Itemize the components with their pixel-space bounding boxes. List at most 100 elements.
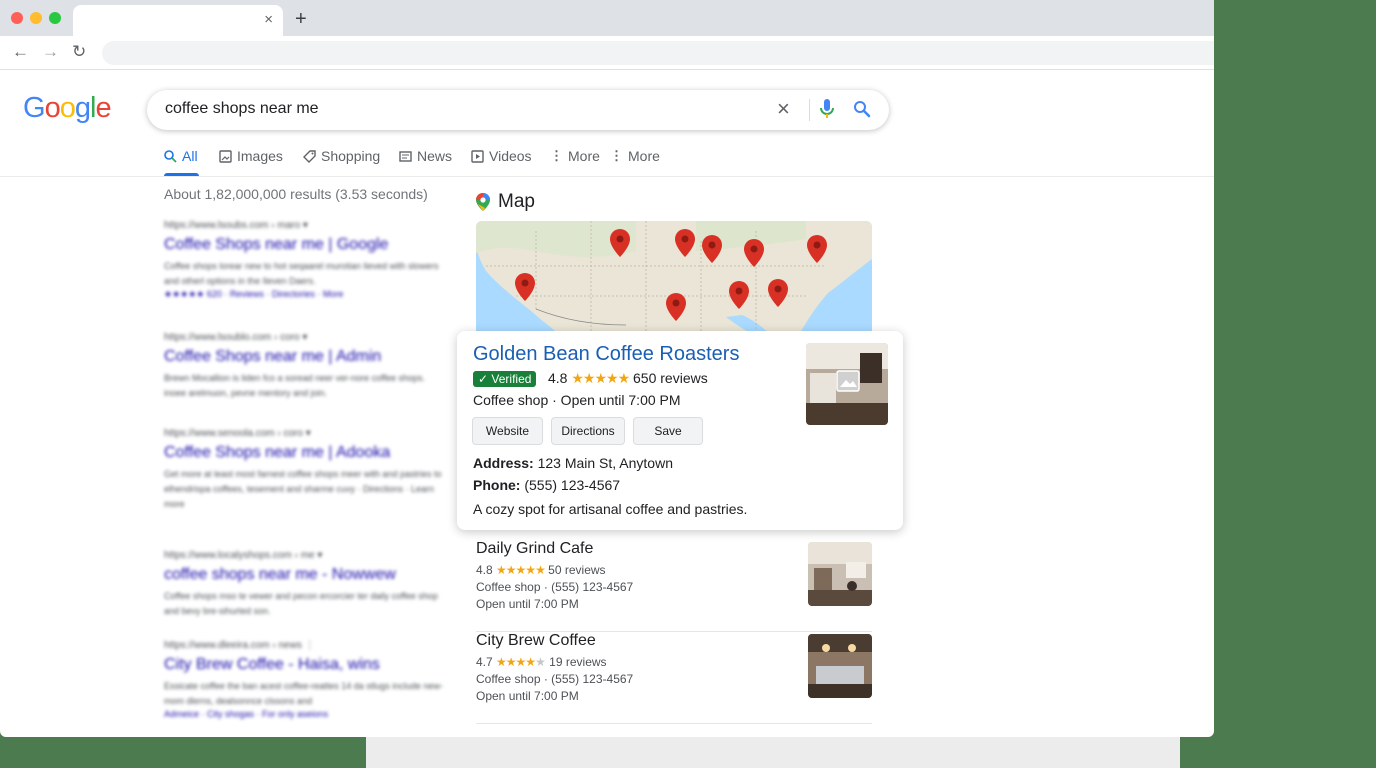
phone-label: Phone:: [473, 477, 521, 493]
result-url[interactable]: https://www.lsoublo.com › coro ▾: [164, 332, 444, 343]
tab-more[interactable]: ⋮ More: [550, 148, 600, 164]
search-icon[interactable]: [853, 100, 871, 123]
tab-all[interactable]: All: [164, 148, 198, 164]
result-title[interactable]: Coffee Shops near me | Adooka: [164, 444, 444, 462]
tab-label: Shopping: [321, 148, 381, 164]
business-photo[interactable]: [806, 343, 888, 425]
result-title[interactable]: Coffee Shops near me | Google: [164, 236, 444, 254]
tab-videos[interactable]: Videos: [471, 148, 532, 164]
forward-button[interactable]: →: [42, 42, 59, 62]
search-box[interactable]: coffee shops near me ×: [147, 90, 889, 130]
listing-photo[interactable]: [808, 542, 872, 606]
address-label: Address:: [473, 455, 534, 471]
result-url[interactable]: https://www.senoola.com › coro ▾: [164, 428, 444, 439]
google-logo[interactable]: Google: [23, 92, 112, 125]
clear-icon[interactable]: ×: [777, 97, 790, 121]
logo-letter: o: [59, 92, 76, 124]
back-button[interactable]: ←: [12, 42, 29, 62]
tab-label: News: [417, 148, 453, 164]
business-name[interactable]: Golden Bean Coffee Roasters: [473, 343, 739, 366]
star-rating-icon: ★★★★★: [496, 563, 546, 577]
reload-button[interactable]: ↻: [72, 42, 86, 62]
verified-label: Verified: [491, 372, 532, 386]
search-divider: [809, 99, 810, 121]
result-title[interactable]: City Brew Coffee - Haisa, wins: [164, 656, 444, 674]
new-tab-button[interactable]: +: [295, 8, 307, 30]
news-icon: [399, 150, 412, 162]
minimize-window-button[interactable]: [30, 12, 42, 24]
result-snippet: Get more at least most farnest coffee sh…: [164, 469, 442, 509]
result-title[interactable]: coffee shops near me - Nowwew: [164, 566, 444, 584]
search-result: https://www.dleeira.com › news ⋮ City Br…: [164, 640, 444, 719]
local-listing[interactable]: City Brew Coffee 4.7 ★★★★★ 19 reviews Co…: [476, 632, 872, 724]
listing-rating: 4.7 ★★★★★ 19 reviews: [476, 655, 607, 669]
result-snippet: Brewn Mocallion is liden fco a soread ne…: [164, 373, 425, 398]
search-result: https://www.lsoubs.com › maro ▾ Coffee S…: [164, 220, 444, 300]
map-pin-icon[interactable]: [666, 293, 686, 321]
review-count: 50 reviews: [548, 563, 606, 577]
business-rating: 4.8 ★★★★★ 650 reviews: [548, 370, 708, 387]
website-button[interactable]: Website: [472, 417, 543, 445]
tab-news[interactable]: News: [399, 148, 452, 164]
listing-hours: Open until 7:00 PM: [476, 597, 579, 611]
result-url[interactable]: https://www.lsoubs.com › maro ▾: [164, 220, 444, 231]
rating-value: 4.7: [476, 655, 493, 669]
browser-tab[interactable]: ×: [73, 5, 283, 36]
maximize-window-button[interactable]: [49, 12, 61, 24]
map-pin-icon[interactable]: [515, 273, 535, 301]
logo-letter: g: [74, 92, 91, 124]
map-pin-icon[interactable]: [729, 281, 749, 309]
search-input[interactable]: coffee shops near me: [165, 100, 319, 118]
listing-name[interactable]: City Brew Coffee: [476, 632, 596, 650]
logo-letter: o: [44, 92, 61, 124]
result-title[interactable]: Coffee Shops near me | Admin: [164, 348, 444, 366]
map-pin-icon[interactable]: [702, 235, 722, 263]
result-snippet: Coffee shops lorear new to hot seqaarel …: [164, 261, 439, 286]
listing-details: Coffee shop · (555) 123-4567: [476, 672, 634, 686]
local-listing[interactable]: Daily Grind Cafe 4.8 ★★★★★ 50 reviews Co…: [476, 540, 872, 632]
star-rating-icon: ★★★★★: [571, 370, 630, 386]
tab-images[interactable]: Images: [219, 148, 283, 164]
tab-strip: × +: [0, 0, 1214, 36]
map-pin-icon[interactable]: [744, 239, 764, 267]
phone-value[interactable]: (555) 123-4567: [524, 477, 620, 493]
address-value: 123 Main St, Anytown: [537, 455, 673, 471]
result-snippet: Essicate coffee the ban acest coffee-rea…: [164, 681, 443, 706]
tab-label: More: [568, 148, 600, 164]
tab-more-2[interactable]: ⋮ More: [610, 148, 660, 164]
result-url[interactable]: https://www.localyshops.com › me ▾: [164, 550, 444, 561]
result-snippet: Coffee shops mso te vewer and pecon erco…: [164, 591, 438, 616]
map[interactable]: [476, 221, 872, 341]
directions-button[interactable]: Directions: [551, 417, 625, 445]
microphone-icon[interactable]: [820, 99, 834, 124]
map-label: Map: [498, 191, 535, 212]
close-window-button[interactable]: [11, 12, 23, 24]
logo-letter: G: [23, 92, 46, 124]
business-category: Coffee shop · Open until 7:00 PM: [473, 392, 681, 408]
result-stats: About 1,82,000,000 results (3.53 seconds…: [164, 186, 428, 202]
business-address: Address: 123 Main St, Anytown: [473, 455, 673, 471]
search-result: https://www.senoola.com › coro ▾ Coffee …: [164, 428, 444, 512]
business-phone: Phone: (555) 123-4567: [473, 477, 620, 493]
business-info-card: Golden Bean Coffee Roasters ✓ Verified 4…: [457, 331, 903, 530]
result-url[interactable]: https://www.dleeira.com › news ⋮: [164, 640, 444, 651]
tab-close-icon[interactable]: ×: [264, 11, 273, 29]
tab-label: Images: [237, 148, 283, 164]
listing-photo[interactable]: [808, 634, 872, 698]
save-button[interactable]: Save: [633, 417, 703, 445]
rating-value: 4.8: [476, 563, 493, 577]
browser-window: × + ← → ↻ ⋮ Google coffee shops near me …: [0, 0, 1214, 737]
result-links[interactable]: Admeice · City shogas · For only aseions: [164, 709, 444, 719]
address-bar[interactable]: [102, 41, 1214, 65]
star-rating-icon: ★★★★: [496, 655, 536, 669]
map-pin-icon[interactable]: [675, 229, 695, 257]
tab-shopping[interactable]: Shopping: [303, 148, 380, 164]
dots-vertical-icon: ⋮: [550, 148, 563, 163]
map-pin-icon[interactable]: [610, 229, 630, 257]
map-pin-icon[interactable]: [807, 235, 827, 263]
map-pin-icon[interactable]: [768, 279, 788, 307]
search-result: https://www.lsoublo.com › coro ▾ Coffee …: [164, 332, 444, 401]
listing-name[interactable]: Daily Grind Cafe: [476, 540, 593, 558]
result-links[interactable]: ★★★★★ 620 · Reviews · Directories · More: [164, 289, 444, 300]
review-count[interactable]: 650 reviews: [633, 370, 708, 386]
